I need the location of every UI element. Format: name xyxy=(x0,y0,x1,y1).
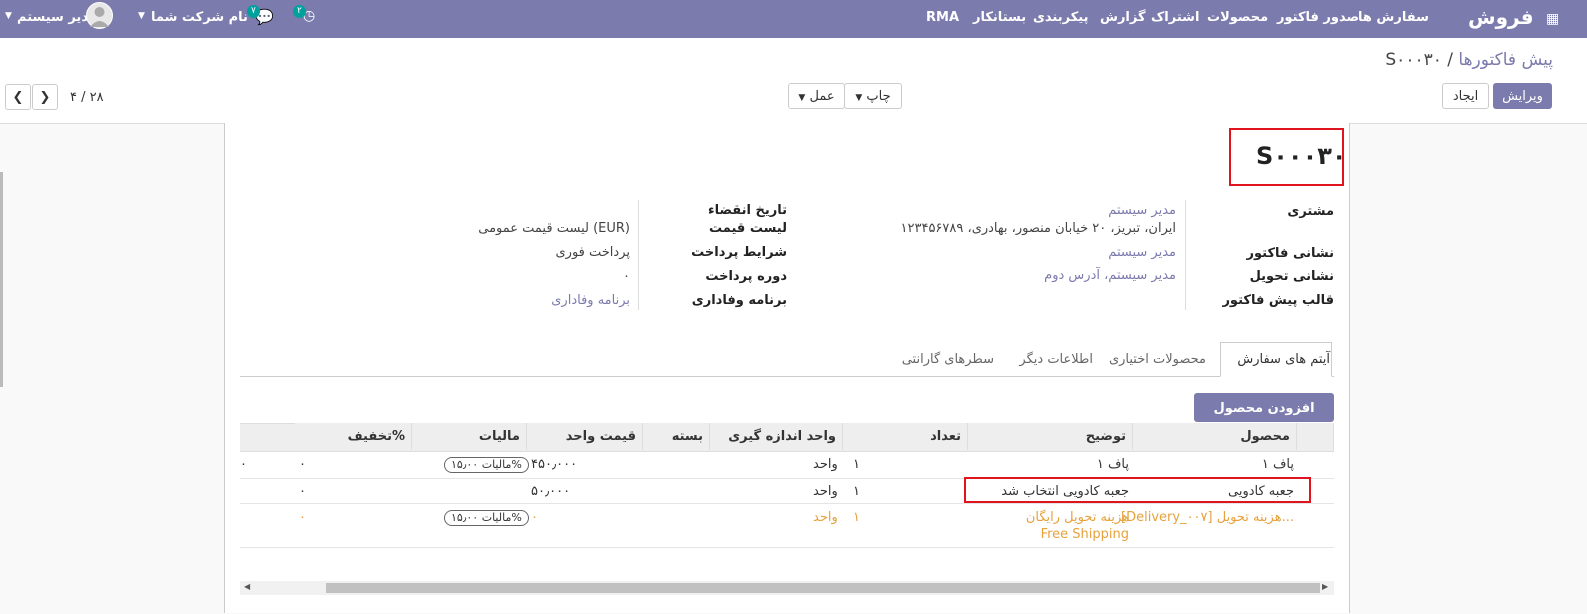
menu-invoicing[interactable]: صدور فاکتور xyxy=(1277,10,1359,25)
print-label: چاپ xyxy=(866,89,891,104)
edit-button[interactable]: ویرایش xyxy=(1493,83,1552,109)
loyalty-program-label: برنامه وفاداری xyxy=(691,293,787,308)
breadcrumb-parent[interactable]: پیش فاکتورها xyxy=(1458,50,1553,70)
column-header-discount[interactable]: تخفیف% xyxy=(295,423,412,450)
tabs-baseline xyxy=(240,376,1334,377)
pricelist-value[interactable]: لیست قیمت عمومی (EUR) xyxy=(478,221,630,236)
delivery-address-label: نشانی تحویل xyxy=(1249,269,1334,284)
field-divider xyxy=(638,200,639,310)
table-row-divider xyxy=(240,503,1334,504)
loyalty-program-value[interactable]: برنامه وفاداری xyxy=(551,293,630,308)
column-header-product[interactable]: محصول xyxy=(1133,423,1297,450)
row2-uom[interactable]: واحد xyxy=(813,484,838,499)
action-button[interactable]: ▼ عمل xyxy=(788,83,845,109)
avatar[interactable] xyxy=(86,2,113,29)
payment-period-value[interactable]: ۰ xyxy=(623,269,630,284)
quotation-template-label: قالب پیش فاکتور xyxy=(1222,293,1334,308)
expiration-label: تاریخ انقضاء xyxy=(707,203,787,218)
column-header-package[interactable]: بسته xyxy=(643,423,710,450)
delivery-address-value[interactable]: مدیر سیستم، آدرس دوم xyxy=(1044,268,1176,283)
invoice-address-label: نشانی فاکتور xyxy=(1246,246,1334,261)
column-header-description[interactable]: توضیح xyxy=(968,423,1133,450)
row1-quantity[interactable]: ۱ xyxy=(853,457,860,472)
customer-label: مشتری xyxy=(1287,204,1334,219)
company-caret[interactable]: ▼ xyxy=(138,11,145,21)
column-header-unit-price[interactable]: قیمت واحد xyxy=(527,423,643,450)
row1-uom[interactable]: واحد xyxy=(813,457,838,472)
tab-warranty-lines[interactable]: سطرهای گارانتی xyxy=(902,352,994,367)
payment-terms-label: شرایط پرداخت xyxy=(691,245,787,260)
column-header-uom[interactable]: واحد اندازه گیری xyxy=(710,423,843,450)
add-subscription-button[interactable]: افزودن محصول اشتراک xyxy=(1194,393,1334,445)
row3-tax-tag[interactable]: مالیات ۱۵٫۰۰% xyxy=(444,510,529,526)
app-name[interactable]: فروش xyxy=(1468,5,1534,29)
column-header xyxy=(1297,423,1334,450)
pricelist-label: لیست قیمت xyxy=(709,221,787,236)
row2-highlight xyxy=(964,477,1311,503)
breadcrumb: پیش فاکتورها / S۰۰۰۳۰ xyxy=(1385,50,1553,70)
row2-unit-price[interactable]: ۵۰٫۰۰۰ xyxy=(531,484,570,499)
column-header-taxes[interactable]: مالیات xyxy=(412,423,527,450)
row3-discount[interactable]: ۰ xyxy=(299,510,306,525)
row3-product[interactable]: [Delivery_۰۰۷] هزینه تحویل... xyxy=(1121,510,1294,525)
top-navbar: ▦ فروش سفارش ها صدور فاکتور محصولات اشتر… xyxy=(0,0,1587,38)
form-sheet xyxy=(224,123,1350,613)
customer-value[interactable]: مدیر سیستم xyxy=(1108,203,1176,218)
menu-rma[interactable]: RMA xyxy=(926,10,959,25)
customer-address: ایران، تبریز، ۲۰ خیابان منصور، بهادری، ۱… xyxy=(900,221,1176,236)
action-label: عمل xyxy=(809,89,835,104)
invoice-address-value[interactable]: مدیر سیستم xyxy=(1108,245,1176,260)
row1-unit-price[interactable]: ۴۵۰٫۰۰۰ xyxy=(531,457,577,472)
row1-tax-tag[interactable]: مالیات ۱۵٫۰۰% xyxy=(444,457,529,473)
column-header-quantity[interactable]: تعداد xyxy=(843,423,968,450)
field-divider xyxy=(1185,200,1186,310)
pager-next-button[interactable]: ❯ xyxy=(32,84,58,110)
menu-creditor[interactable]: بستانکار xyxy=(973,10,1026,25)
scroll-indicator[interactable] xyxy=(0,172,3,387)
breadcrumb-separator: / xyxy=(1447,50,1453,70)
menu-reporting[interactable]: گزارش xyxy=(1100,10,1146,25)
row1-discount[interactable]: ۰ xyxy=(299,457,306,472)
menu-orders[interactable]: سفارش ها xyxy=(1358,10,1429,25)
user-menu-caret[interactable]: ▼ xyxy=(5,11,12,21)
table-row-divider xyxy=(240,547,1334,548)
row3-description-2: Free Shipping xyxy=(1040,527,1129,542)
horizontal-scrollbar[interactable]: ◀ ▶ xyxy=(240,581,1334,595)
row1-description[interactable]: پاف ۱ xyxy=(1097,457,1129,472)
activities-count: ۲ xyxy=(293,5,306,18)
row3-description[interactable]: هزینه تحویل رایگان xyxy=(1026,510,1129,525)
company-switcher[interactable]: نام شرکت شما xyxy=(151,10,248,25)
menu-products[interactable]: محصولات xyxy=(1207,10,1268,25)
chevron-down-icon: ▼ xyxy=(798,93,806,103)
order-name-highlight xyxy=(1229,128,1344,186)
tab-other-info[interactable]: اطلاعات دیگر xyxy=(1019,352,1093,367)
print-button[interactable]: ▼ چاپ xyxy=(844,83,902,109)
row3-quantity[interactable]: ۱ xyxy=(853,510,860,525)
payment-terms-value[interactable]: پرداخت فوری xyxy=(555,245,630,260)
create-button[interactable]: ایجاد xyxy=(1442,83,1489,109)
user-name[interactable]: مدیر سیستم xyxy=(17,10,97,25)
tab-order-lines-label[interactable]: آیتم های سفارش xyxy=(1237,352,1330,367)
chevron-down-icon: ▼ xyxy=(855,93,863,103)
payment-period-label: دوره پرداخت xyxy=(705,269,787,284)
row3-unit-price[interactable]: ۰ xyxy=(531,510,538,525)
tab-optional-products[interactable]: محصولات اختیاری xyxy=(1109,352,1206,367)
scrollbar-thumb[interactable] xyxy=(326,583,1320,593)
row1-subtotal: ۰ xyxy=(240,457,247,472)
row2-discount[interactable]: ۰ xyxy=(299,484,306,499)
pager-prev-button[interactable]: ❮ xyxy=(5,84,31,110)
row3-uom[interactable]: واحد xyxy=(813,510,838,525)
row1-product[interactable]: پاف ۱ xyxy=(1262,457,1294,472)
pager-value[interactable]: ۴ / ۲۸ xyxy=(70,90,104,105)
row2-quantity[interactable]: ۱ xyxy=(853,484,860,499)
messages-count: ۷ xyxy=(247,5,260,18)
scroll-left-icon[interactable]: ◀ xyxy=(244,582,250,591)
menu-configuration[interactable]: پیکربندی xyxy=(1033,10,1088,25)
apps-menu-icon[interactable]: ▦ xyxy=(1546,11,1559,27)
user-icon xyxy=(90,7,109,27)
menu-subscription[interactable]: اشتراک xyxy=(1151,10,1199,25)
breadcrumb-current: S۰۰۰۳۰ xyxy=(1385,50,1442,70)
scroll-right-icon[interactable]: ▶ xyxy=(1322,582,1328,591)
